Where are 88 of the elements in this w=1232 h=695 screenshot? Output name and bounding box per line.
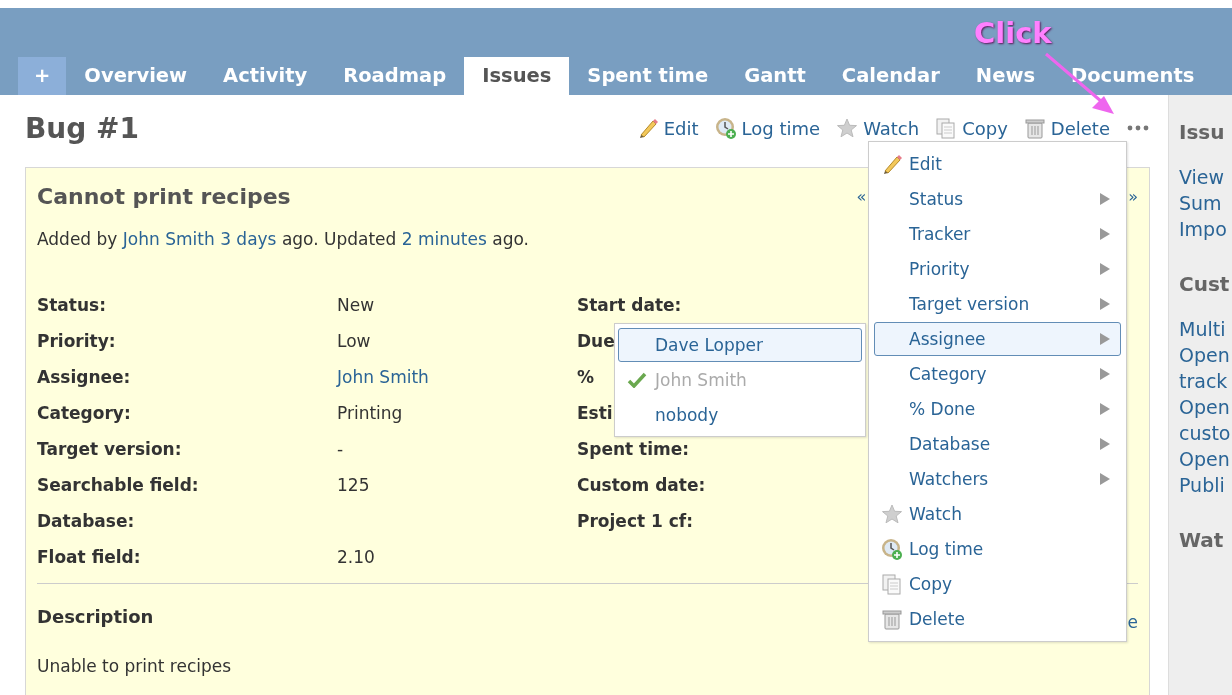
attribute-label: Status: [37, 295, 107, 315]
submenu-arrow-icon [1100, 193, 1110, 205]
sidebar-heading: Issu [1179, 120, 1225, 144]
issue-subject: Cannot print recipes [37, 184, 291, 209]
attribute-label: Assignee: [37, 367, 132, 387]
action-link[interactable]: Edit [636, 117, 699, 139]
sidebar-link[interactable]: Publi [1179, 472, 1225, 498]
sidebar-link[interactable]: track [1179, 368, 1228, 394]
attribute-label: Spent time: [577, 439, 690, 459]
attribute-label: % [577, 367, 595, 387]
menu-item[interactable]: Watchers [874, 462, 1121, 496]
sidebar-link[interactable]: Sum [1179, 190, 1222, 216]
menu-item[interactable]: Assignee [874, 322, 1121, 356]
annotation-text: Click [974, 16, 1052, 50]
tab[interactable]: Issues [464, 57, 570, 95]
submenu-arrow-icon [1100, 263, 1110, 275]
action-link[interactable]: Delete [1023, 117, 1110, 139]
menu-item[interactable]: Dave Lopper [618, 328, 862, 362]
attribute-label: Project 1 cf: [577, 511, 694, 531]
attribute-value: 125 [337, 475, 370, 495]
trash-icon [881, 608, 903, 630]
sidebar-link[interactable]: Open [1179, 446, 1230, 472]
sidebar-link[interactable]: Open [1179, 394, 1230, 420]
submenu-arrow-icon [1100, 438, 1110, 450]
sidebar-link[interactable]: Open [1179, 342, 1230, 368]
author-line: Added by John Smith 3 days ago. Updated 2 minutes ago. [37, 229, 529, 249]
description-text: Unable to print recipes [37, 656, 233, 676]
submenu-arrow-icon [1100, 368, 1110, 380]
attribute-value: Printing [337, 403, 403, 423]
action-link[interactable]: Log time [714, 117, 821, 139]
menu-item[interactable]: Edit [874, 147, 1121, 181]
description-heading: Description [37, 606, 154, 629]
quote-link[interactable]: e [1127, 606, 1138, 632]
menu-item[interactable]: Database [874, 427, 1121, 461]
attribute-value: 2.10 [337, 547, 375, 567]
attribute-label: Category: [37, 403, 132, 423]
pages-icon [935, 117, 958, 139]
attribute-label: Database: [37, 511, 136, 531]
submenu-arrow-icon [1100, 403, 1110, 415]
updated-time-link[interactable]: 2 minutes [401, 229, 487, 249]
menu-item[interactable]: Delete [874, 602, 1121, 636]
star-icon [836, 117, 859, 139]
issue-title: Bug #1 [25, 111, 139, 145]
attribute-label: Priority: [37, 331, 117, 351]
attribute-label: Custom date: [577, 475, 706, 495]
attribute-value: - [337, 439, 344, 459]
next-link[interactable]: » [1128, 187, 1138, 206]
menu-item[interactable]: Status [874, 182, 1121, 216]
clock-icon [881, 538, 903, 560]
attribute-value: New [337, 295, 375, 315]
sidebar-link[interactable]: View [1179, 164, 1225, 190]
menu-item[interactable]: Tracker [874, 217, 1121, 251]
menu-item[interactable]: Target version [874, 287, 1121, 321]
previous-link[interactable]: « [856, 187, 867, 206]
attribute-label: Target version: [37, 439, 183, 459]
attribute-label: Searchable field: [37, 475, 200, 495]
action-link[interactable]: Watch [836, 117, 920, 139]
more-icon[interactable] [1126, 124, 1150, 132]
menu-item[interactable]: Watch [874, 497, 1121, 531]
clock-icon [714, 117, 737, 139]
sidebar-link[interactable]: Impo [1179, 216, 1227, 242]
menu-item[interactable]: Category [874, 357, 1121, 391]
submenu-arrow-icon [1100, 473, 1110, 485]
trash-icon [1023, 117, 1046, 139]
sidebar-link[interactable]: custo [1179, 420, 1231, 446]
attribute-label: Start date: [577, 295, 682, 315]
menu-item[interactable]: nobody [618, 398, 862, 432]
submenu-arrow-icon [1100, 298, 1110, 310]
sidebar-heading: Cust [1179, 272, 1230, 296]
pages-icon [881, 573, 903, 595]
attribute-value[interactable]: John Smith [337, 367, 429, 387]
attribute-label: Esti [577, 403, 613, 423]
pencil-icon [881, 153, 903, 175]
menu-item[interactable]: Priority [874, 252, 1121, 286]
action-link[interactable]: Copy [935, 117, 1008, 139]
menu-item[interactable]: % Done [874, 392, 1121, 426]
author-link[interactable]: John Smith [122, 229, 215, 249]
menu-item[interactable]: Copy [874, 567, 1121, 601]
attribute-label: Float field: [37, 547, 142, 567]
star-icon [881, 503, 903, 525]
created-time-link[interactable]: 3 days [220, 229, 277, 249]
sidebar-link[interactable]: Multi [1179, 316, 1226, 342]
submenu-arrow-icon [1100, 228, 1110, 240]
sidebar-heading: Wat [1179, 528, 1224, 552]
attribute-label: Due [577, 331, 615, 351]
menu-item[interactable]: Log time [874, 532, 1121, 566]
attribute-value: Low [337, 331, 371, 351]
submenu-arrow-icon [1100, 333, 1110, 345]
